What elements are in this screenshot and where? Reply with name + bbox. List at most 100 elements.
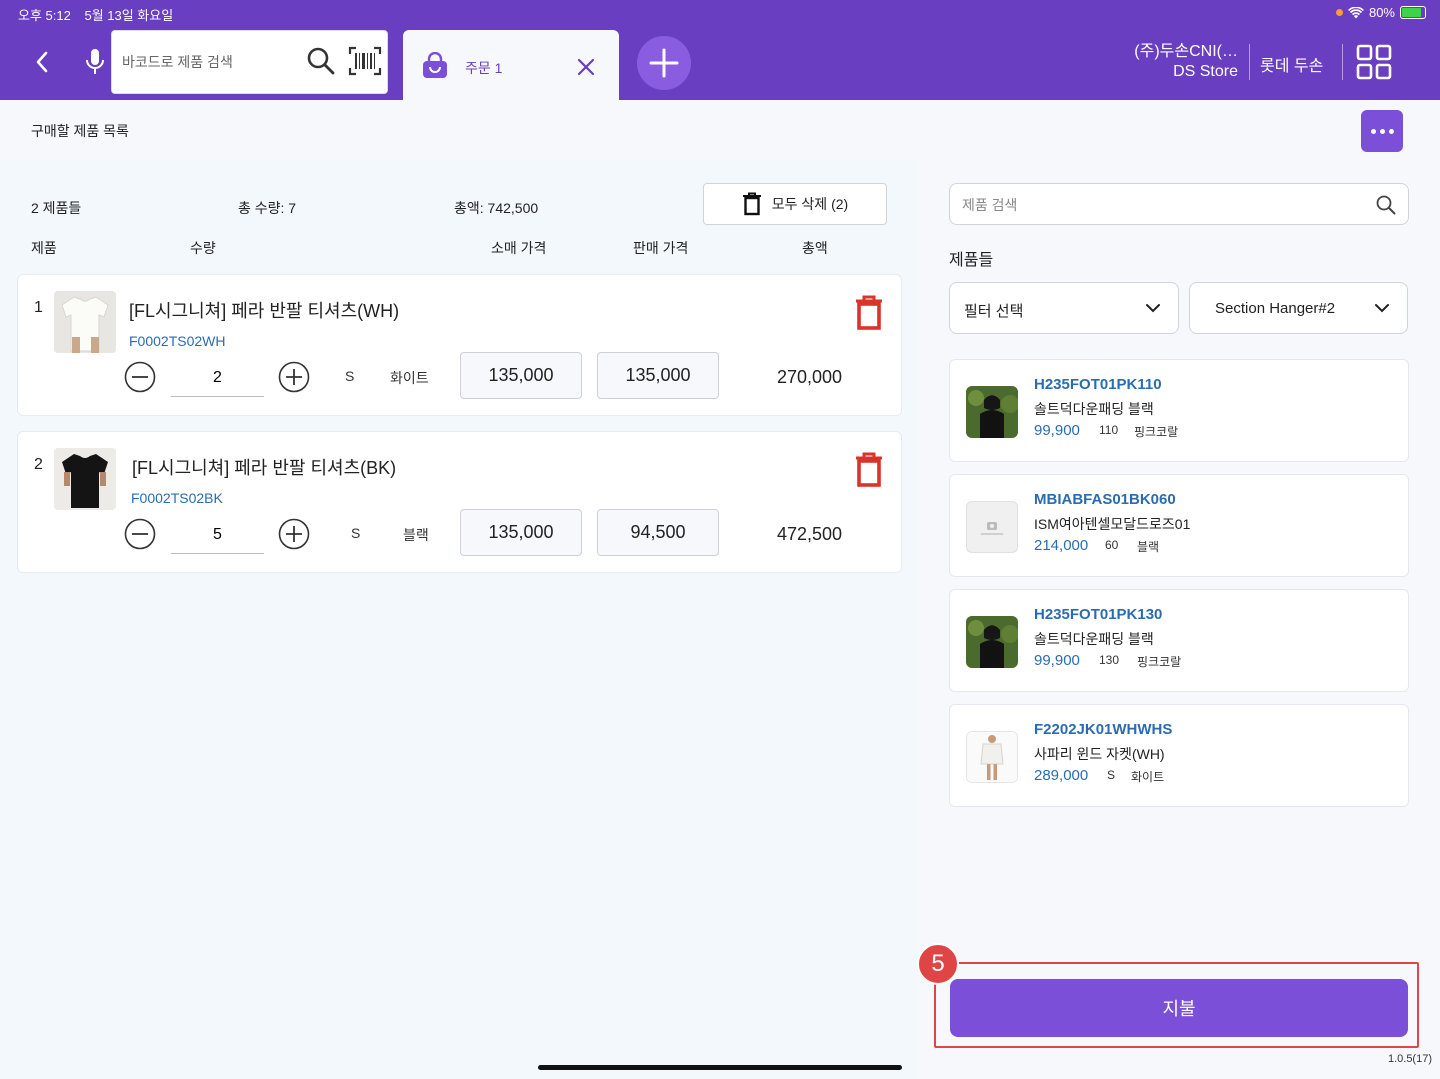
white-tshirt-image	[54, 291, 116, 353]
cart-item-index: 2	[34, 456, 43, 473]
sale-price-field[interactable]: 135,000	[597, 352, 719, 399]
filter-select-value: 필터 선택	[964, 303, 1024, 320]
cart-item-size: S	[351, 525, 361, 541]
status-time: 오후 5:12	[18, 8, 71, 23]
cart-total-qty: 총 수량: 7	[238, 200, 297, 216]
product-color: 핑크코랄	[1134, 425, 1179, 439]
product-code: MBIABFAS01BK060	[1034, 491, 1176, 508]
status-bar: 오후 5:12 5월 13일 화요일 80%	[0, 0, 1440, 26]
cart-item-color: 블랙	[403, 527, 429, 543]
product-name: 솔트덕다운패딩 블랙	[1034, 631, 1154, 647]
voice-search-button[interactable]	[80, 44, 110, 80]
trash-icon	[742, 192, 761, 216]
clear-all-button[interactable]: 모두 삭제 (2)	[703, 183, 887, 225]
search-icon[interactable]	[306, 46, 336, 76]
product-size: S	[1107, 768, 1116, 782]
product-code: H235FOT01PK130	[1034, 606, 1163, 623]
product-price: 289,000	[1034, 767, 1089, 784]
cart-product-count: 2 제품들	[31, 200, 82, 216]
black-tshirt-image	[54, 448, 116, 510]
column-header-sale-price: 판매 가격	[633, 240, 689, 256]
cart-item: 1 [FL시그니쳐] 페라 반팔 티셔츠(WH) F0002TS02WH S 화…	[17, 274, 902, 416]
search-icon[interactable]	[1376, 195, 1396, 215]
retail-price-field[interactable]: 135,000	[460, 509, 582, 556]
chevron-down-icon	[1375, 304, 1389, 313]
section-select[interactable]: Section Hanger#2	[1189, 282, 1408, 334]
cart-item: 2 [FL시그니쳐] 페라 반팔 티셔츠(BK) F0002TS02BK S 블…	[17, 431, 902, 573]
product-thumbnail	[966, 501, 1018, 553]
increase-qty-icon[interactable]	[278, 361, 310, 393]
step-number-badge: 5	[917, 943, 959, 985]
cart-item-size: S	[345, 368, 355, 384]
page-title: 구매할 제품 목록	[31, 123, 129, 139]
product-size: 60	[1105, 538, 1119, 552]
plus-icon	[649, 48, 679, 78]
wifi-icon	[1347, 6, 1364, 18]
product-card[interactable]: F2202JK01WHWHS 사파리 윈드 자켓(WH) 289,000 S 화…	[949, 704, 1409, 807]
product-code: F2202JK01WHWHS	[1034, 721, 1173, 738]
black-padding-jacket-image	[966, 616, 1018, 668]
white-jacket-image	[967, 732, 1017, 782]
cart-item-total: 472,500	[777, 524, 843, 544]
product-name: 솔트덕다운패딩 블랙	[1034, 401, 1154, 417]
barcode-search-input[interactable]	[122, 49, 302, 75]
no-image-placeholder-icon	[981, 522, 1003, 535]
product-size: 130	[1099, 653, 1120, 667]
close-icon[interactable]	[575, 56, 597, 78]
cart-item-index: 1	[34, 299, 43, 316]
retail-price-field[interactable]: 135,000	[460, 352, 582, 399]
decrease-qty-icon[interactable]	[124, 361, 156, 393]
delete-item-icon[interactable]	[854, 295, 884, 331]
add-order-button[interactable]	[637, 36, 691, 90]
chevron-left-icon	[36, 51, 48, 73]
ellipsis-icon	[1370, 128, 1376, 134]
store-name: DS Store	[1173, 63, 1238, 80]
product-price: 99,900	[1034, 422, 1080, 439]
product-thumbnail	[54, 291, 116, 353]
products-section-title: 제품들	[949, 252, 994, 269]
cart-item-name: [FL시그니쳐] 페라 반팔 티셔츠(BK)	[132, 458, 397, 478]
company-name: (주)두손CNI(…	[1134, 43, 1238, 60]
branch-name[interactable]: 롯데 두손	[1260, 52, 1323, 76]
product-card[interactable]: H235FOT01PK110 솔트덕다운패딩 블랙 99,900 110 핑크코…	[949, 359, 1409, 462]
grid-menu-icon[interactable]	[1356, 44, 1392, 80]
product-name: ISM여아텐셀모달드로즈01	[1034, 516, 1191, 532]
battery-percent: 80%	[1368, 5, 1395, 20]
cart-total-amount: 총액: 742,500	[454, 200, 539, 216]
section-select-value: Section Hanger#2	[1215, 300, 1336, 317]
back-button[interactable]	[26, 44, 58, 80]
column-header-retail-price: 소매 가격	[491, 240, 547, 256]
ellipsis-dot	[1379, 128, 1385, 134]
barcode-scan-icon[interactable]	[348, 45, 382, 77]
tab-order-1[interactable]: 주문 1	[403, 30, 619, 100]
status-date: 5월 13일 화요일	[84, 8, 174, 23]
black-padding-jacket-image	[966, 386, 1018, 438]
product-search-input[interactable]	[962, 194, 1362, 216]
sale-price-field[interactable]: 94,500	[597, 509, 719, 556]
column-header-total: 총액	[802, 240, 828, 256]
header-divider	[1342, 44, 1343, 80]
recording-dot-icon	[1335, 9, 1343, 16]
product-card[interactable]: MBIABFAS01BK060 ISM여아텐셀모달드로즈01 214,000 6…	[949, 474, 1409, 577]
increase-qty-icon[interactable]	[278, 518, 310, 550]
cart-item-code[interactable]: F0002TS02BK	[131, 490, 223, 506]
cart-item-name: [FL시그니쳐] 페라 반팔 티셔츠(WH)	[129, 301, 400, 321]
company-info[interactable]: (주)두손CNI(… DS Store	[1134, 42, 1238, 82]
decrease-qty-icon[interactable]	[124, 518, 156, 550]
product-price: 214,000	[1034, 537, 1089, 554]
cart-item-code[interactable]: F0002TS02WH	[129, 333, 225, 349]
column-header-product: 제품	[31, 240, 57, 256]
order-tab-label: 주문 1	[465, 60, 503, 76]
quantity-input[interactable]	[171, 516, 264, 554]
pay-button[interactable]: 지불	[950, 979, 1408, 1037]
filter-select[interactable]: 필터 선택	[949, 282, 1179, 334]
product-price: 99,900	[1034, 652, 1080, 669]
app-version: 1.0.5(17)	[1387, 1053, 1432, 1065]
delete-item-icon[interactable]	[854, 452, 884, 488]
product-card[interactable]: H235FOT01PK130 솔트덕다운패딩 블랙 99,900 130 핑크코…	[949, 589, 1409, 692]
battery-icon	[1400, 6, 1426, 19]
product-color: 블랙	[1137, 540, 1160, 554]
product-thumbnail	[966, 386, 1018, 438]
more-options-button[interactable]	[1361, 110, 1403, 152]
quantity-input[interactable]	[171, 359, 264, 397]
